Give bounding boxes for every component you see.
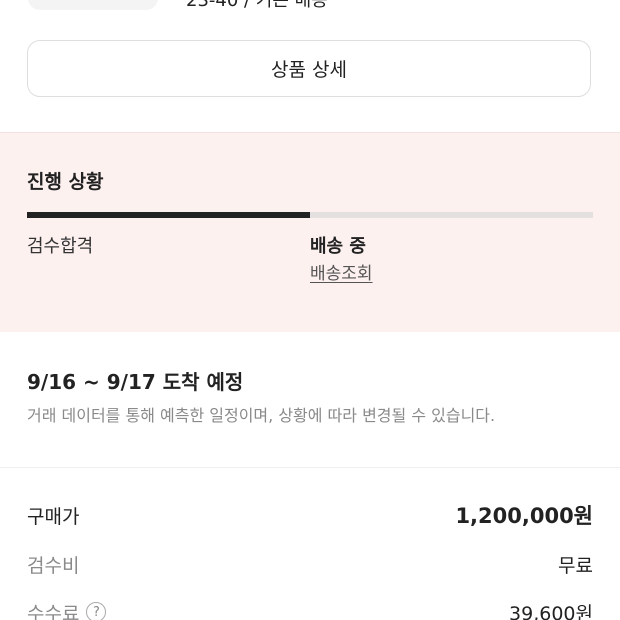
eta-title: 9/16 ~ 9/17 도착 예정 [27,370,244,394]
commission-label: 수수료 [27,602,80,620]
eta-section: 9/16 ~ 9/17 도착 예정 거래 데이터를 통해 예측한 일정이며, 상… [0,332,620,468]
top-chip[interactable] [28,0,158,10]
purchase-price-value: 1,200,000원 [455,504,593,528]
top-partial-row: 23-40 / 기존 배송 [0,0,620,24]
purchase-price-label: 구매가 [27,505,80,528]
step-shipping: 배송 중 [310,236,366,257]
price-row-commission: 수수료 ? 39,600원 [27,597,593,620]
commission-value: 39,600원 [509,602,593,620]
inspection-fee-value: 무료 [558,554,593,577]
price-row-inspection: 검수비 무료 [27,549,593,579]
progress-section: 진행 상황 검수합격 배송 중 배송조회 [0,132,620,333]
commission-label-wrap: 수수료 ? [27,599,107,620]
track-shipment-link[interactable]: 배송조회 [310,259,373,284]
help-icon[interactable]: ? [86,602,107,620]
progress-fill [27,212,310,218]
price-row-purchase: 구매가 1,200,000원 [27,500,593,530]
top-partial-text: 23-40 / 기존 배송 [186,0,328,11]
step-inspection-passed: 검수합격 [27,236,94,257]
progress-track [27,212,593,218]
eta-note: 거래 데이터를 통해 예측한 일정이며, 상황에 따라 변경될 수 있습니다. [27,406,496,425]
progress-title: 진행 상황 [27,171,104,193]
inspection-fee-label: 검수비 [27,554,80,577]
order-detail-page: 23-40 / 기존 배송 상품 상세 진행 상황 검수합격 배송 중 배송조회… [0,0,620,620]
product-detail-button[interactable]: 상품 상세 [27,40,591,97]
